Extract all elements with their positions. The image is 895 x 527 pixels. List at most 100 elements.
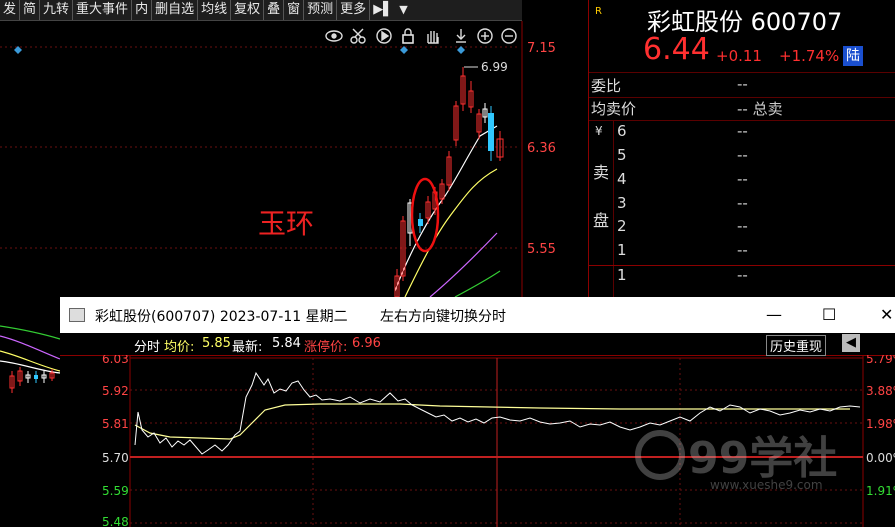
minimize-icon[interactable]: — (766, 305, 782, 324)
buy-side-label (589, 266, 614, 297)
play-end-icon[interactable]: ▶▌ (370, 0, 396, 20)
candle-up[interactable] (496, 131, 504, 161)
toolbar-item-nei[interactable]: 内 (132, 0, 153, 20)
candle-up[interactable] (468, 81, 474, 113)
toolbar-item-window[interactable]: 窗 (284, 0, 305, 20)
hand-icon[interactable] (427, 31, 439, 44)
candle-up[interactable] (482, 103, 488, 123)
level-number: 2 (617, 217, 627, 235)
maximize-icon[interactable]: ☐ (822, 305, 836, 324)
latest-label: 最新: (232, 340, 263, 355)
watermark: 99学社 www.xueshe9.com (635, 430, 837, 492)
avg-sell-value: -- 总卖 (737, 100, 783, 118)
stock-change-pct: +1.74% (779, 47, 840, 65)
level-value: -- (737, 170, 748, 188)
toolbar-item-overlay[interactable]: 叠 (264, 0, 285, 20)
toolbar-item-forecast[interactable]: 预测 (304, 0, 338, 20)
sell-level-5: 5 -- (615, 145, 895, 169)
event-marker-icon[interactable] (457, 46, 465, 54)
candle-up[interactable] (460, 67, 466, 111)
limit-up-value: 6.96 (352, 336, 381, 351)
toolbar-item-major-events[interactable]: 重大事件 (73, 0, 133, 20)
price-label: 6.36 (527, 141, 556, 156)
level-number: 4 (617, 170, 627, 188)
price-label: 5.48 (102, 515, 129, 527)
sell-level-4: 4 -- (615, 169, 895, 193)
avg-price-label: 均价: (164, 340, 195, 355)
ma-line-white (0, 360, 61, 374)
price-label: 7.15 (527, 41, 556, 56)
latest-value: 5.84 (272, 336, 301, 351)
toolbar-item-remove-favorite[interactable]: 删自选 (152, 0, 199, 20)
pct-label: 0.00% (866, 451, 895, 465)
window-app-icon (69, 308, 85, 322)
download-icon[interactable] (456, 29, 466, 43)
chart-toolbar: 发 简 九转 重大事件 内 删自选 均线 复权 叠 窗 预测 更多 ▶▌ ▼ (0, 0, 522, 21)
ma-line-green (0, 325, 61, 340)
toolbar-item-jian[interactable]: 简 (20, 0, 41, 20)
intraday-label: 分时 (134, 340, 161, 355)
popup-info-bar: 分时 均价: 5.85 最新: 5.84 涨停价: 6.96 历史重现 ◀ (60, 333, 895, 356)
candle-down[interactable] (488, 106, 494, 161)
candle-up[interactable] (9, 371, 15, 393)
price-label: 6.03 (102, 355, 129, 366)
sell-level-3: 3 -- (615, 193, 895, 217)
pct-label: 1.91% (866, 484, 895, 498)
level-value: -- (737, 217, 748, 235)
scissors-icon[interactable] (350, 28, 366, 44)
price-label: 5.92 (102, 384, 129, 398)
avg-price-value: 5.85 (202, 336, 231, 351)
market-badge[interactable]: 陆 (843, 46, 863, 66)
price-label: 5.55 (527, 242, 556, 257)
sell-level-1: 1 -- (615, 240, 895, 264)
toolbar-item-fa[interactable]: 发 (0, 0, 21, 20)
level-value: -- (737, 241, 748, 259)
candle-up[interactable] (41, 371, 47, 383)
level-value: -- (737, 266, 748, 284)
price-label: 5.70 (102, 451, 129, 465)
zoom-out-icon[interactable] (501, 28, 517, 44)
lock-icon[interactable] (402, 34, 414, 44)
level-number: 1 (617, 266, 627, 284)
candle-up[interactable] (446, 151, 452, 191)
stock-change: +0.11 (716, 47, 762, 65)
intraday-chart[interactable]: 6.03 5.92 5.81 5.70 5.59 5.48 5.79% 3.88… (60, 355, 895, 527)
candle-up[interactable] (476, 109, 482, 139)
zoom-in-icon[interactable] (477, 28, 493, 44)
level-value: -- (737, 122, 748, 140)
popup-titlebar[interactable]: 彩虹股份(600707) 2023-07-11 星期二 左右方向键切换分时 — … (60, 297, 895, 333)
toolbar-item-jiuzhuan[interactable]: 九转 (40, 0, 74, 20)
price-label: 5.81 (102, 417, 129, 431)
collapse-left-icon[interactable]: ◀ (842, 334, 860, 352)
candle-up[interactable] (439, 179, 445, 204)
high-price-label: 6.99 (481, 60, 508, 74)
candle-up[interactable] (453, 101, 459, 146)
toolbar-item-more[interactable]: 更多 (337, 0, 371, 20)
dropdown-icon[interactable]: ▼ (396, 0, 410, 20)
ma-line-yellow (0, 350, 61, 372)
pct-label: 5.79% (866, 355, 895, 366)
toolbar-item-moving-average[interactable]: 均线 (198, 0, 232, 20)
limit-up-label: 涨停价: (304, 340, 348, 355)
level-value: -- (737, 146, 748, 164)
candle-down[interactable] (34, 371, 38, 383)
close-icon[interactable]: ✕ (880, 305, 893, 324)
toolbar-item-adjust[interactable]: 复权 (231, 0, 265, 20)
avg-sell-row: 均卖价 -- 总卖 (589, 96, 895, 121)
candle-up[interactable] (17, 367, 23, 386)
chart-tools (325, 28, 517, 44)
candle-up[interactable] (49, 369, 55, 381)
weibi-row: 委比 -- (589, 72, 895, 98)
stock-price: 6.44 (643, 32, 710, 67)
play-icon[interactable] (376, 28, 392, 44)
panel-label: 盘 (593, 211, 610, 230)
candle-up[interactable] (25, 371, 31, 383)
eye-icon[interactable] (325, 30, 343, 42)
history-replay-button[interactable]: 历史重现 (766, 335, 827, 356)
lock-icon[interactable] (402, 28, 414, 44)
level-number: 3 (617, 194, 627, 212)
watermark-url: www.xueshe9.com (710, 478, 823, 492)
sell-label: 卖 (593, 163, 610, 182)
level-number: 1 (617, 241, 627, 259)
candle-down[interactable] (418, 213, 423, 233)
